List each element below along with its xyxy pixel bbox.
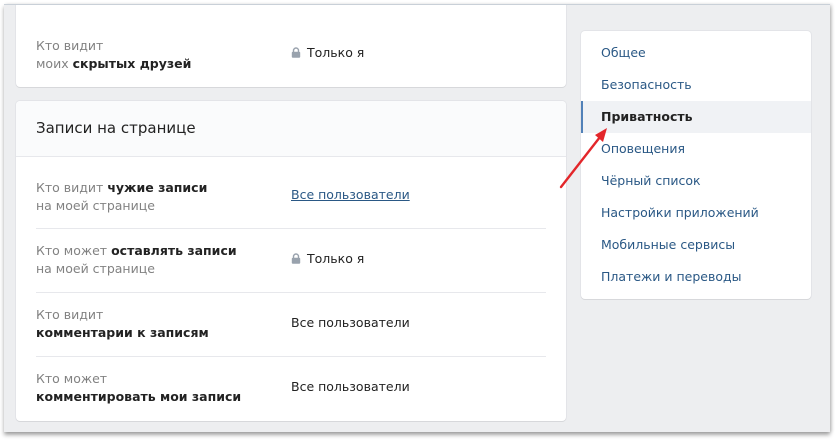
comment-posts-privacy-select[interactable]: Все пользователи [291,378,410,396]
wall-posts-header: Записи на странице [16,101,566,157]
see-comments-privacy-select[interactable]: Все пользователи [291,314,410,332]
who-can-post-label: Кто может оставлять записи на моей стран… [36,243,237,276]
menu-item-notifications[interactable]: Оповещения [581,133,811,165]
menu-item-payments[interactable]: Платежи и переводы [581,261,811,293]
who-can-post-privacy-select[interactable]: Только я [291,250,364,268]
lock-icon [291,47,301,58]
settings-page: Кто видит моих скрытых друзей Только я З… [4,4,830,432]
hidden-friends-label: Кто видит моих скрытых друзей [36,38,192,71]
others-posts-label: Кто видит чужие записи на моей странице [36,180,208,213]
menu-item-blacklist[interactable]: Чёрный список [581,165,811,197]
menu-item-app-settings[interactable]: Настройки приложений [581,197,811,229]
hidden-friends-card: Кто видит моих скрытых друзей Только я [16,5,566,87]
divider [36,356,546,357]
menu-item-privacy[interactable]: Приватность [581,101,811,133]
hidden-friends-privacy-select[interactable]: Только я [291,44,364,62]
section-title: Записи на странице [36,119,196,137]
see-comments-label: Кто видит комментарии к записям [36,307,209,340]
menu-item-security[interactable]: Безопасность [581,69,811,101]
lock-icon [291,253,301,264]
comment-posts-label: Кто может комментировать мои записи [36,371,242,404]
wall-posts-card: Записи на странице Кто видит чужие запис… [16,101,566,421]
others-posts-privacy-select[interactable]: Все пользователи [291,186,410,204]
settings-menu: Общее Безопасность Приватность Оповещени… [581,31,811,299]
divider [36,292,546,293]
menu-item-mobile-services[interactable]: Мобильные сервисы [581,229,811,261]
divider [36,228,546,229]
menu-item-general[interactable]: Общее [581,37,811,69]
